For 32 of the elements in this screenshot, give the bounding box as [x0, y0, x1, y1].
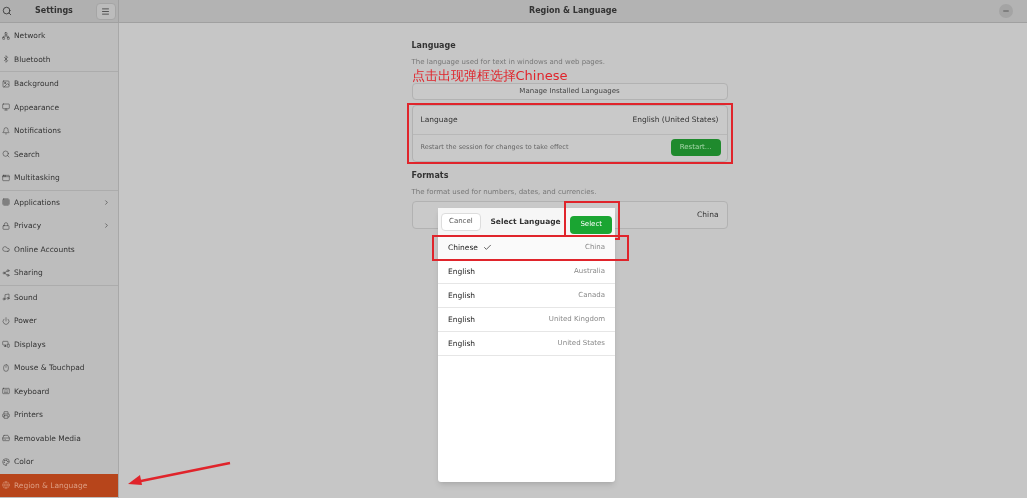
globe-icon: [2, 481, 10, 490]
section-heading: Language: [411, 40, 457, 52]
menu-icon: [101, 6, 111, 16]
page-title: Region & Language: [529, 5, 617, 17]
monitor-icon: [2, 103, 10, 112]
network-icon: [2, 31, 10, 40]
annotation-text: 点击出现弹框选择Chinese: [411, 68, 569, 82]
lock-icon: [2, 221, 10, 230]
minimize-button[interactable]: [999, 4, 1013, 18]
power-icon: [2, 316, 10, 325]
keyboard-icon: [2, 387, 10, 396]
minus-icon: [1002, 7, 1010, 15]
image-icon: [2, 79, 10, 88]
bluetooth-icon: [2, 55, 10, 64]
chevron-icon: [103, 222, 110, 230]
section-heading: Formats: [411, 169, 450, 182]
palette-icon: [2, 457, 10, 466]
share-icon: [2, 268, 10, 277]
search-icon: [2, 150, 10, 159]
bell-icon: [2, 126, 10, 135]
menu-button[interactable]: [96, 2, 116, 20]
check-icon: [482, 243, 492, 252]
chevron-icon: [103, 198, 110, 206]
mouse-icon: [2, 363, 10, 372]
display-icon: [2, 340, 10, 349]
drive-icon: [2, 434, 10, 443]
window-icon: [2, 173, 10, 182]
search-icon[interactable]: [2, 6, 12, 16]
printer-icon: [2, 410, 10, 419]
cloud-icon: [2, 245, 10, 254]
window-title: Settings: [35, 5, 73, 17]
music-note-icon: [2, 293, 10, 302]
